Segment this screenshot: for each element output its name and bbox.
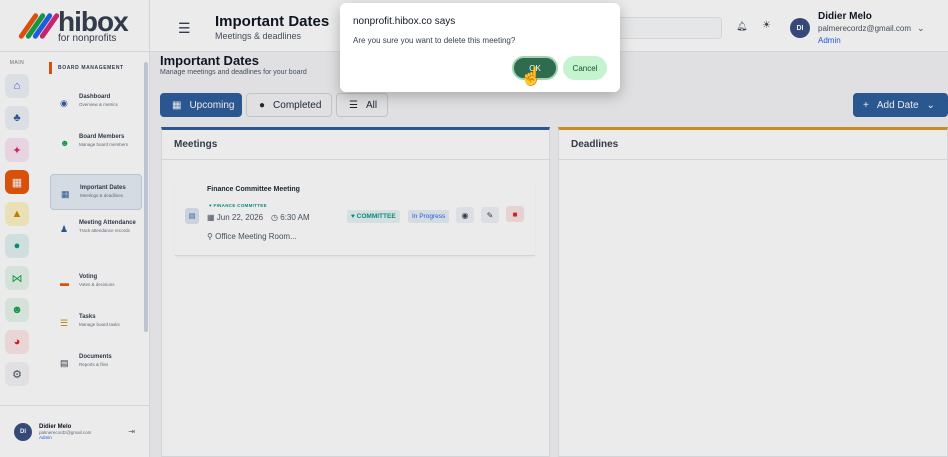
sidebar-item-sublabel: Track attendance records [79, 228, 130, 233]
meeting-tag: ♥ FINANCE COMMITTEE [209, 203, 267, 208]
page-subtitle: Manage meetings and deadlines for your b… [160, 69, 307, 76]
sidebar-item-label: Tasks [79, 314, 96, 320]
meetings-panel: Meetings [161, 127, 550, 457]
meetings-heading: Meetings [162, 130, 549, 160]
document-icon: ▤ [185, 208, 199, 224]
header-subtitle: Meetings & deadlines [215, 31, 302, 41]
sidebar-item-icon: ▦ [61, 188, 70, 199]
home-icon[interactable]: ⌂ [5, 74, 29, 98]
sidebar-item-label: Documents [79, 354, 112, 360]
header-user-email: palmerecordz@gmail.com [818, 24, 912, 33]
meeting-datetime: ▦ Jun 22, 2026 ◷ 6:30 AM [207, 213, 310, 222]
calendar-icon[interactable]: ▦ [5, 170, 29, 194]
view-button[interactable]: ◉ [456, 207, 474, 223]
plus-icon: + [863, 99, 869, 111]
sidebar-item-sublabel: Votes & decisions [79, 282, 115, 287]
sidebar: BOARD MANAGEMENT ◉ Dashboard Overview & me… [34, 52, 150, 405]
sidebar-item-label: Board Members [79, 134, 125, 140]
chevron-down-icon[interactable]: ⌄ [917, 23, 925, 34]
sidebar-item-icon: ☻ [60, 138, 70, 148]
settings-icon[interactable]: ⚙ [5, 362, 29, 386]
users-icon[interactable]: ☻ [5, 298, 29, 322]
eye-icon: ◉ [461, 210, 469, 220]
sidebar-item-documents[interactable]: ▤ Documents Reports & files [34, 354, 142, 369]
type-badge: ♥ COMMITTEE [347, 210, 400, 223]
graduation-icon[interactable]: ▲ [5, 202, 29, 226]
sidebar-item-sublabel: Manage board members [79, 142, 129, 147]
pointer-cursor-icon: ☝ [520, 66, 543, 86]
sidebar-item-sublabel: Meetings & deadlines [80, 193, 124, 199]
filter-all-button[interactable]: ☰ All [336, 93, 388, 117]
sidebar-item-important-dates[interactable]: ▦ Important Dates Meetings & deadlines [50, 174, 142, 210]
sidebar-item-tasks[interactable]: ☰ Tasks Manage board tasks [34, 314, 142, 329]
header-user-role: Admin [818, 36, 841, 45]
dialog-message: Are you sure you want to delete this mee… [353, 36, 516, 45]
sidebar-item-icon: ♟ [60, 224, 69, 234]
trash-icon: ■ [512, 209, 518, 219]
handshake-icon[interactable]: ✦ [5, 138, 29, 162]
globe-icon[interactable]: ● [5, 234, 29, 258]
check-circle-icon: ● [259, 99, 266, 111]
edit-button[interactable]: ✎ [481, 207, 499, 223]
sidebar-item-voting[interactable]: ▬ Voting Votes & decisions [34, 274, 142, 288]
confirm-dialog: nonprofit.hibox.co says Are you sure you… [340, 3, 620, 92]
filter-completed-button[interactable]: ● Completed [246, 93, 332, 117]
sidebar-item-sublabel: Manage board tasks [79, 322, 120, 327]
meeting-card[interactable]: Finance Committee Meeting ▤ ♥ FINANCE CO… [175, 180, 535, 256]
meeting-location: ⚲ Office Meeting Room... [207, 232, 297, 241]
sidebar-item-label: Important Dates [80, 185, 126, 192]
dialog-title: nonprofit.hibox.co says [353, 16, 456, 27]
delete-button[interactable]: ■ [506, 206, 524, 222]
clock-icon: ◷ 6:30 AM [271, 213, 310, 222]
sidebar-item-label: Dashboard [79, 94, 111, 100]
sidebar-item-icon: ▬ [60, 278, 69, 288]
meeting-title: Finance Committee Meeting [207, 186, 300, 193]
sidebar-user-card[interactable]: DI Didier Melo palmerecordz@gmail.com Ad… [0, 405, 150, 457]
sidebar-item-label: Voting [79, 274, 98, 280]
hibox-logo-mark-icon [17, 11, 61, 41]
sidebar-item-sublabel: Overview & metrics [79, 102, 118, 107]
search-input[interactable] [616, 17, 722, 39]
app-logo[interactable]: hibox for nonprofits [0, 0, 150, 52]
bell-icon[interactable]: 🔔︎ [736, 21, 747, 32]
header-avatar[interactable]: DI [790, 18, 810, 38]
add-date-button[interactable]: + Add Date ⌄ [853, 93, 948, 117]
sidebar-item-board-members[interactable]: ☻ Board Members Manage board members [34, 134, 142, 148]
sidebar-section-title: BOARD MANAGEMENT [49, 62, 149, 74]
logout-icon[interactable]: ⇥ [128, 427, 135, 436]
sidebar-item-sublabel: Reports & files [79, 362, 109, 367]
cancel-button[interactable]: Cancel [563, 56, 607, 80]
network-icon[interactable]: ⋈ [5, 266, 29, 290]
sidebar-item-dashboard[interactable]: ◉ Dashboard Overview & metrics [34, 94, 142, 109]
rail-label: MAIN [9, 60, 25, 66]
org-chart-icon[interactable]: ♣ [5, 106, 29, 130]
sidebar-item-icon: ▤ [60, 358, 69, 368]
hamburger-menu-icon[interactable]: ☰ [178, 20, 191, 37]
sidebar-scrollbar[interactable] [144, 62, 148, 332]
theme-toggle-icon[interactable]: ☀ [762, 20, 771, 31]
pie-chart-icon[interactable]: ◕ [5, 330, 29, 354]
chevron-down-icon: ⌄ [926, 99, 935, 111]
sidebar-user-role: Admin [39, 434, 52, 440]
sidebar-item-icon: ☰ [60, 318, 69, 328]
calendar-icon: ▦ Jun 22, 2026 [207, 213, 264, 222]
filter-upcoming-button[interactable]: ▦ Upcoming [160, 93, 242, 117]
calendar-icon: ▦ [172, 99, 182, 111]
deadlines-heading: Deadlines [559, 130, 947, 160]
edit-icon: ✎ [486, 210, 494, 220]
list-icon: ☰ [349, 99, 358, 111]
deadlines-panel: Deadlines [558, 127, 948, 457]
header-title: Important Dates [215, 13, 330, 30]
status-badge: In Progress [408, 210, 450, 223]
avatar: DI [14, 422, 32, 441]
header-user-name: Didier Melo [818, 11, 872, 22]
logo-brand: hibox [58, 5, 129, 37]
icon-rail: MAIN ⌂ ♣ ✦ ▦ ▲ ● ⋈ ☻ ◕ ⚙ [0, 52, 34, 405]
sidebar-item-label: Meeting Attendance [79, 220, 136, 226]
page-title: Important Dates [160, 53, 259, 68]
sidebar-item-meeting-attendance[interactable]: ♟ Meeting Attendance Track attendance reco… [34, 220, 142, 235]
sidebar-item-icon: ◉ [60, 98, 68, 108]
sidebar-user-email: palmerecordz@gmail.com [39, 429, 92, 435]
